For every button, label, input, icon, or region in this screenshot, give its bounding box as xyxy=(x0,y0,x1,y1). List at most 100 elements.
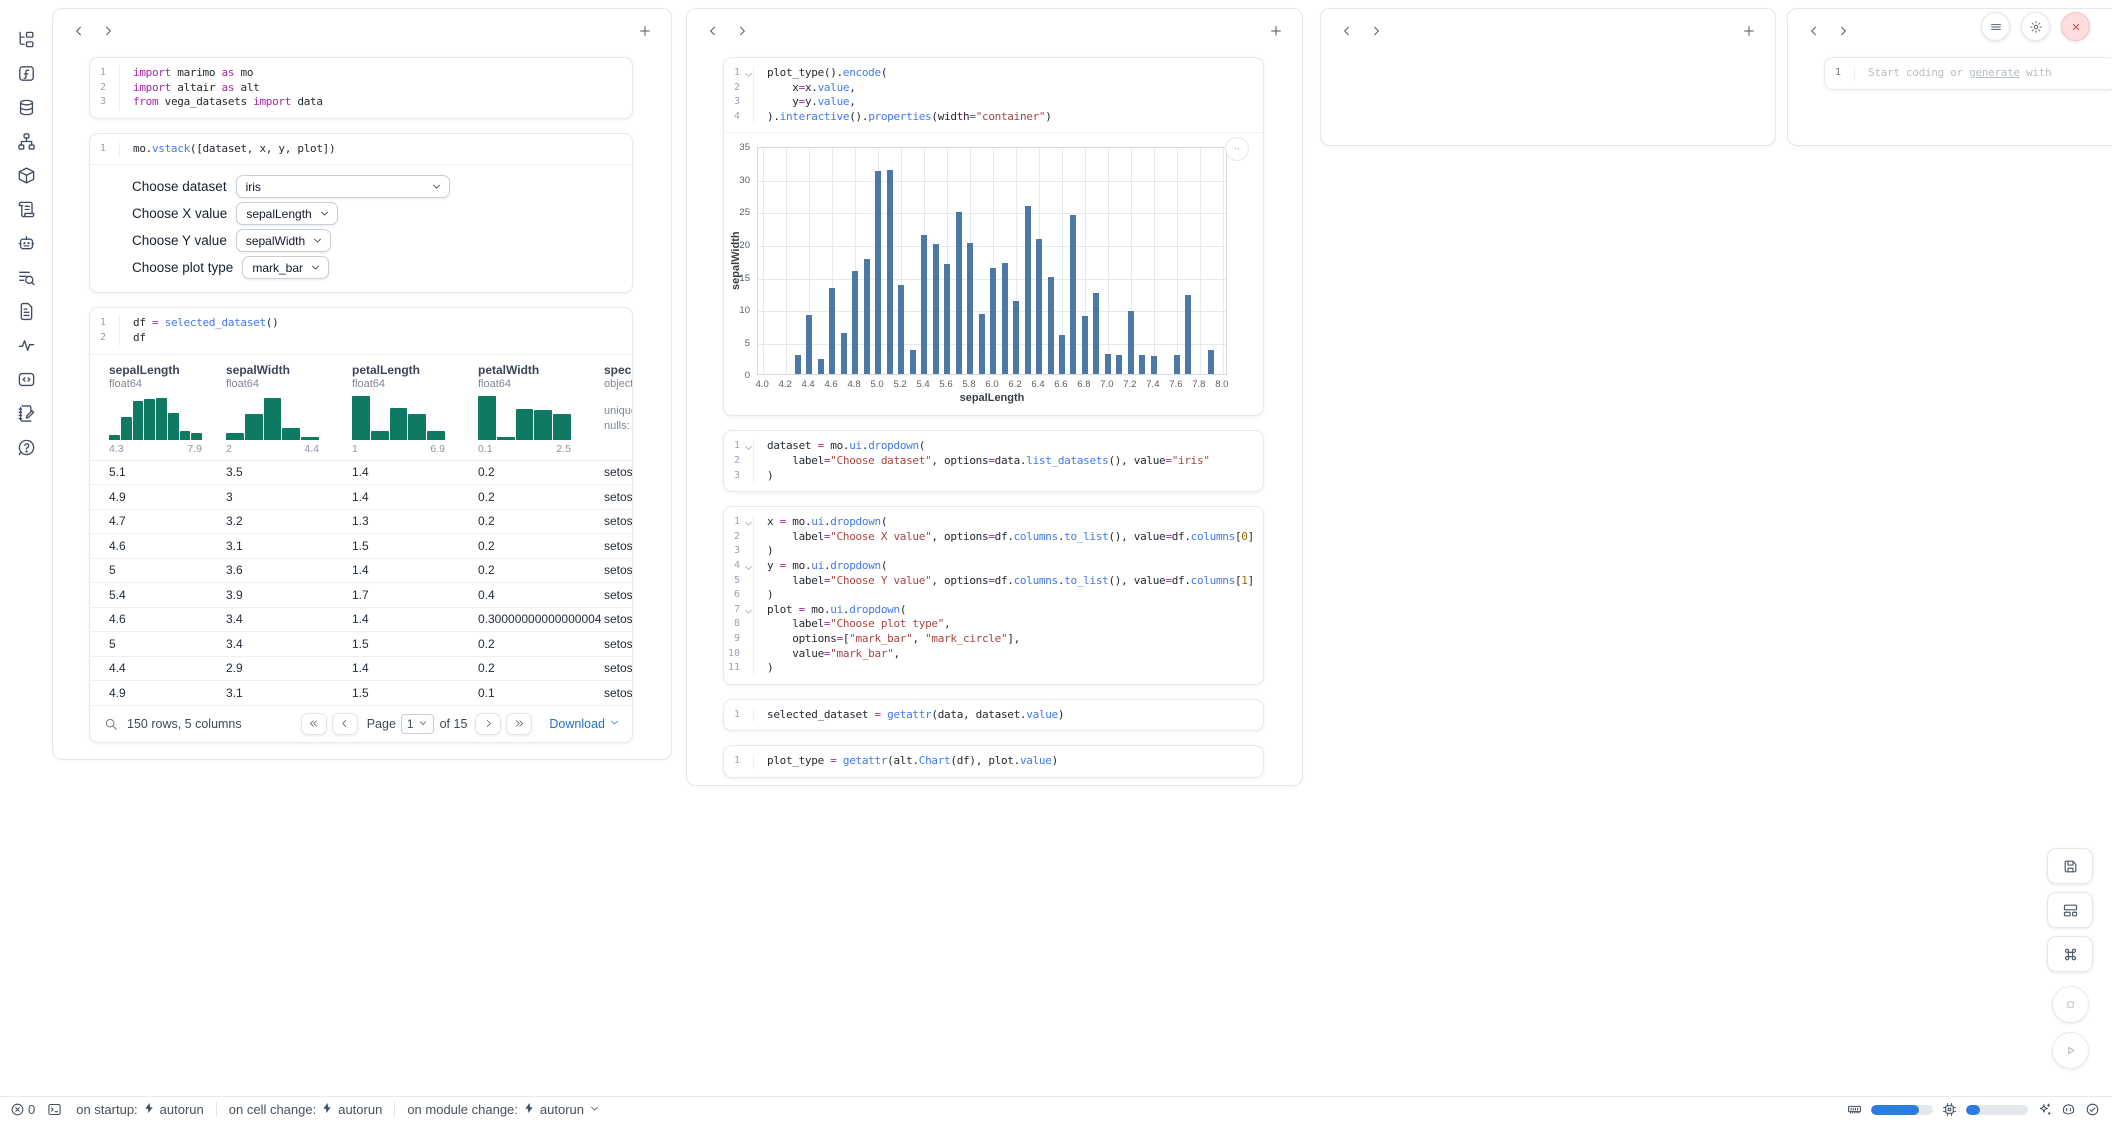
last-page-button[interactable] xyxy=(506,713,532,735)
dependency-graph-icon[interactable] xyxy=(13,128,39,154)
column-move-right-button[interactable] xyxy=(95,18,121,44)
table-row[interactable]: 4.42.91.40.2setosa xyxy=(90,657,632,682)
editor-placeholder: Start coding or generate with xyxy=(1855,66,2051,81)
generate-link[interactable]: generate xyxy=(1969,66,2020,79)
scratchpad-icon[interactable] xyxy=(13,366,39,392)
first-page-button[interactable] xyxy=(301,713,327,735)
table-row[interactable]: 53.61.40.2setosa xyxy=(90,559,632,584)
connection-status-icon[interactable] xyxy=(2085,1102,2100,1117)
table-footer: 150 rows, 5 columns Page 1 of 15 Downloa… xyxy=(90,706,632,742)
shortcuts-button[interactable] xyxy=(2047,936,2093,972)
terminal-button[interactable] xyxy=(47,1102,62,1117)
table-row[interactable]: 4.73.21.30.2setosa xyxy=(90,510,632,535)
chart-bar xyxy=(898,285,904,374)
dropdown[interactable]: mark_bar xyxy=(242,256,329,279)
autorun-setting[interactable]: on cell change:autorun xyxy=(229,1102,383,1117)
add-cell-button[interactable] xyxy=(632,18,658,44)
data-table: sepalLengthfloat644.37.9sepalWidthfloat6… xyxy=(90,355,632,706)
code-cell-dataframe: 1df = selected_dataset()2df sepalLengthf… xyxy=(89,307,633,742)
table-column-header[interactable]: speciesobjectuniquenulls: xyxy=(604,363,632,460)
documentation-icon[interactable] xyxy=(13,298,39,324)
column-move-right-button[interactable] xyxy=(1363,18,1389,44)
code-editor[interactable]: 1dataset = mo.ui.dropdown(2 label="Choos… xyxy=(724,431,1263,491)
chart-bar xyxy=(1174,355,1180,375)
save-button[interactable] xyxy=(2047,848,2093,884)
autorun-setting[interactable]: on module change:autorun xyxy=(407,1102,600,1117)
chart-bar xyxy=(956,212,962,374)
table-column-header[interactable]: sepalLengthfloat644.37.9 xyxy=(109,363,226,460)
table-column-header[interactable]: petalLengthfloat6416.9 xyxy=(352,363,478,460)
column-move-right-button[interactable] xyxy=(1830,18,1856,44)
table-row[interactable]: 5.43.91.70.4setosa xyxy=(90,583,632,608)
autorun-setting[interactable]: on startup:autorun xyxy=(76,1102,204,1117)
table-row[interactable]: 4.931.40.2setosa xyxy=(90,485,632,510)
table-row[interactable]: 4.63.11.50.2setosa xyxy=(90,534,632,559)
settings-button[interactable] xyxy=(2021,12,2050,41)
table-header: sepalLengthfloat644.37.9sepalWidthfloat6… xyxy=(90,355,632,461)
bolt-icon xyxy=(321,1102,333,1117)
chart[interactable] xyxy=(757,147,1227,375)
code-editor[interactable]: 1x = mo.ui.dropdown(2 label="Choose X va… xyxy=(724,507,1263,684)
dropdown[interactable]: sepalWidth xyxy=(236,229,331,252)
line-number: 2 xyxy=(724,81,754,96)
chart-bar xyxy=(887,170,893,375)
logs-icon[interactable] xyxy=(13,196,39,222)
table-row[interactable]: 4.63.41.40.30000000000000004setosa xyxy=(90,608,632,633)
code-editor[interactable]: 1plot_type = getattr(alt.Chart(df), plot… xyxy=(724,746,1263,777)
line-number: 5 xyxy=(724,574,754,589)
code-cell-dataset-dropdown: 1dataset = mo.ui.dropdown(2 label="Choos… xyxy=(723,430,1264,492)
prev-page-button[interactable] xyxy=(332,713,358,735)
table-row[interactable]: 5.13.51.40.2setosa xyxy=(90,461,632,486)
bolt-icon xyxy=(523,1102,535,1117)
ai-chat-icon[interactable] xyxy=(13,230,39,256)
code-editor[interactable]: 1df = selected_dataset()2df xyxy=(90,308,632,353)
line-number: 3 xyxy=(724,95,754,110)
line-number: 2 xyxy=(724,454,754,469)
column-move-left-button[interactable] xyxy=(1801,18,1827,44)
download-button[interactable]: Download xyxy=(549,717,620,731)
table-row[interactable]: 4.93.11.50.1setosa xyxy=(90,681,632,706)
line-number: 11 xyxy=(724,661,754,676)
add-cell-button[interactable] xyxy=(1263,18,1289,44)
errors-indicator-icon[interactable] xyxy=(10,1102,25,1117)
column-move-right-button[interactable] xyxy=(729,18,755,44)
code-editor[interactable]: 1selected_dataset = getattr(data, datase… xyxy=(724,700,1263,731)
column-move-left-button[interactable] xyxy=(66,18,92,44)
code-cell-plot: 1plot_type().encode(2 x=x.value,3 y=y.va… xyxy=(723,57,1264,416)
notebook-menu-button[interactable] xyxy=(1981,12,2010,41)
variables-icon[interactable] xyxy=(13,60,39,86)
packages-icon[interactable] xyxy=(13,162,39,188)
column-move-left-button[interactable] xyxy=(700,18,726,44)
table-column-header[interactable]: sepalWidthfloat6424.4 xyxy=(226,363,352,460)
page-select[interactable]: 1 xyxy=(401,714,434,734)
dropdown[interactable]: iris xyxy=(236,175,450,198)
chart-menu-button[interactable] xyxy=(1225,137,1249,161)
next-page-button[interactable] xyxy=(475,713,501,735)
column-histogram xyxy=(478,396,571,440)
tracing-icon[interactable] xyxy=(13,332,39,358)
close-button[interactable] xyxy=(2061,12,2090,41)
code-editor[interactable]: 1plot_type().encode(2 x=x.value,3 y=y.va… xyxy=(724,58,1263,132)
table-column-header[interactable]: petalWidthfloat640.12.5 xyxy=(478,363,604,460)
line-number: 2 xyxy=(724,530,754,545)
chart-bar xyxy=(1093,293,1099,374)
search-icon[interactable] xyxy=(104,717,118,731)
add-cell-button[interactable] xyxy=(1736,18,1762,44)
dropdown[interactable]: sepalLength xyxy=(236,202,337,225)
app-view-button[interactable] xyxy=(2047,892,2093,928)
file-explorer-icon[interactable] xyxy=(13,26,39,52)
stop-button[interactable] xyxy=(2052,986,2089,1023)
code-editor[interactable]: 1 Start coding or generate with xyxy=(1825,58,2112,89)
line-number: 4 xyxy=(724,110,754,125)
notebook-icon[interactable] xyxy=(13,400,39,426)
copilot-button[interactable] xyxy=(2061,1102,2076,1117)
ai-sparkles-button[interactable] xyxy=(2037,1102,2052,1117)
code-editor[interactable]: 1import marimo as mo2import altair as al… xyxy=(90,58,632,118)
table-row[interactable]: 53.41.50.2setosa xyxy=(90,632,632,657)
data-sources-icon[interactable] xyxy=(13,94,39,120)
run-button[interactable] xyxy=(2052,1032,2089,1069)
snippets-icon[interactable] xyxy=(13,264,39,290)
code-editor[interactable]: 1mo.vstack([dataset, x, y, plot]) xyxy=(90,134,632,165)
column-move-left-button[interactable] xyxy=(1334,18,1360,44)
help-icon[interactable] xyxy=(13,434,39,460)
